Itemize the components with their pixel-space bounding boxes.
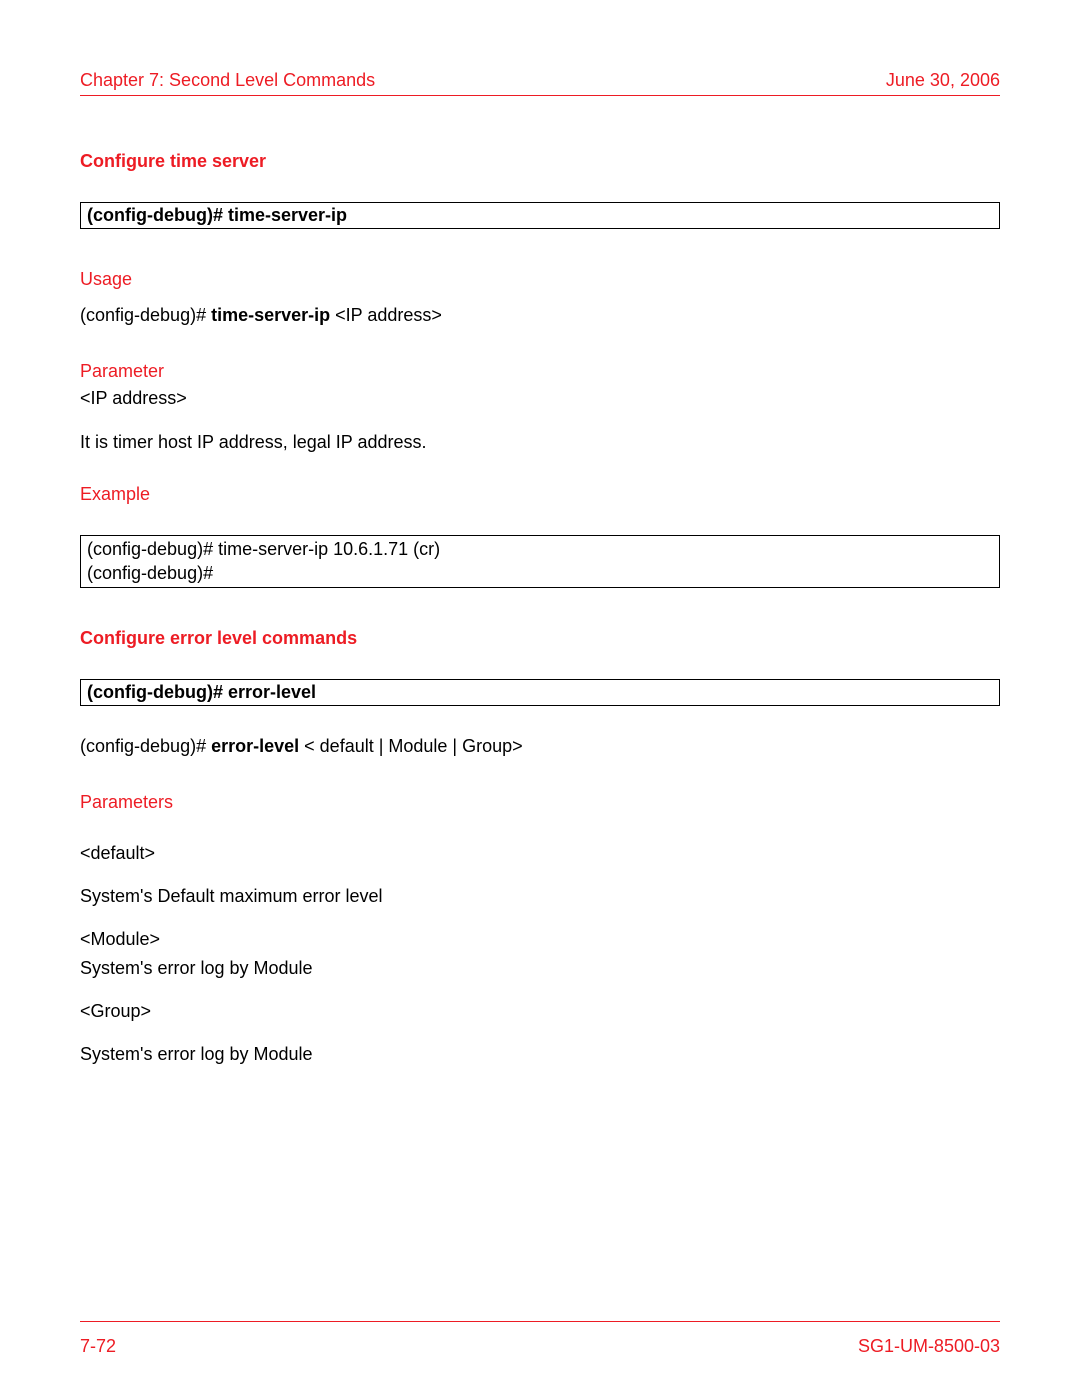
footer-doc-id: SG1-UM-8500-03 [858,1336,1000,1357]
example-line-2: (config-debug)# [87,562,993,585]
usage-prefix-2: (config-debug)# [80,736,211,756]
command-box-time-server-ip: (config-debug)# time-server-ip [80,202,1000,229]
param-group-name: <Group> [80,1001,1000,1022]
page-footer: 7-72 SG1-UM-8500-03 [80,1321,1000,1357]
command-box-error-level: (config-debug)# error-level [80,679,1000,706]
heading-parameter: Parameter [80,361,1000,382]
heading-usage: Usage [80,269,1000,290]
example-line-1: (config-debug)# time-server-ip 10.6.1.71… [87,538,993,561]
heading-example: Example [80,484,1000,505]
usage-prefix: (config-debug)# [80,305,211,325]
param-module-desc: System's error log by Module [80,958,1000,979]
example-box-time-server: (config-debug)# time-server-ip 10.6.1.71… [80,535,1000,588]
param-default-name: <default> [80,843,1000,864]
parameter-description: It is timer host IP address, legal IP ad… [80,431,1000,454]
usage-suffix: <IP address> [330,305,442,325]
usage-line-error-level: (config-debug)# error-level < default | … [80,736,1000,757]
usage-suffix-2: < default | Module | Group> [299,736,523,756]
page-header: Chapter 7: Second Level Commands June 30… [80,70,1000,96]
heading-parameters: Parameters [80,792,1000,813]
header-date: June 30, 2006 [886,70,1000,91]
usage-cmd: time-server-ip [211,305,330,325]
footer-page-number: 7-72 [80,1336,116,1357]
usage-cmd-2: error-level [211,736,299,756]
usage-line-time-server: (config-debug)# time-server-ip <IP addre… [80,305,1000,326]
parameter-ip-address: <IP address> [80,388,1000,409]
param-module-name: <Module> [80,929,1000,950]
param-group-desc: System's error log by Module [80,1044,1000,1065]
header-chapter: Chapter 7: Second Level Commands [80,70,375,91]
section-title-configure-error-level: Configure error level commands [80,628,1000,649]
section-title-configure-time-server: Configure time server [80,151,1000,172]
param-default-desc: System's Default maximum error level [80,886,1000,907]
page: Chapter 7: Second Level Commands June 30… [0,0,1080,1397]
